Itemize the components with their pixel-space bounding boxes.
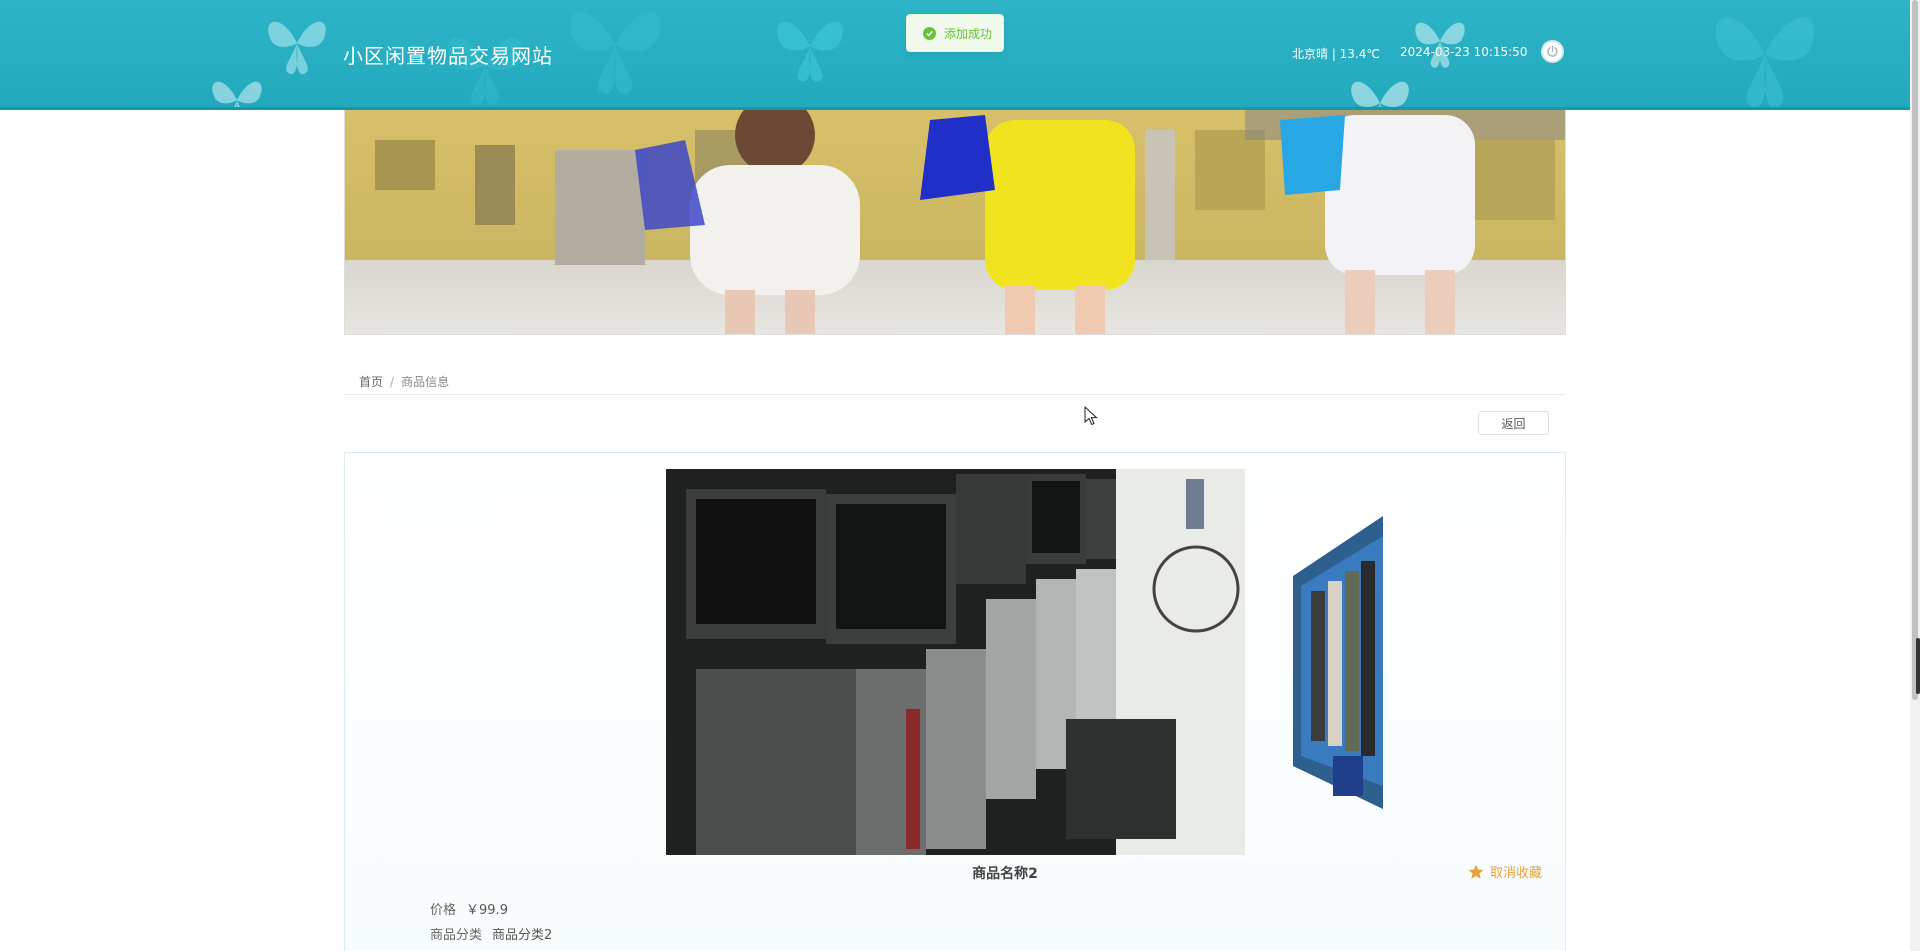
category-value: 商品分类2 xyxy=(492,928,553,943)
power-icon xyxy=(1547,45,1558,57)
category-label: 商品分类 xyxy=(430,928,483,943)
weather-info: 北京晴 | 13.4℃ xyxy=(1292,47,1380,61)
breadcrumb-current: 商品信息 xyxy=(401,375,450,389)
butterfly-decoration xyxy=(777,21,843,82)
butterfly-decoration xyxy=(1715,17,1815,107)
unfavorite-label: 取消收藏 xyxy=(1490,866,1543,881)
success-toast: 添加成功 xyxy=(906,14,1004,52)
butterfly-decoration xyxy=(212,81,262,107)
mouse-cursor-icon xyxy=(1084,406,1098,426)
star-icon xyxy=(1468,864,1484,879)
price-label: 价格 xyxy=(430,903,457,918)
breadcrumb: 首页 / 商品信息 xyxy=(359,373,449,390)
butterfly-decoration xyxy=(1351,81,1409,107)
scrollbar-thumb[interactable] xyxy=(1912,0,1918,700)
breadcrumb-home[interactable]: 首页 xyxy=(359,375,383,389)
current-datetime: 2024-03-23 10:15:50 xyxy=(1400,45,1528,59)
butterfly-decoration xyxy=(569,11,661,94)
price-row: 价格 ￥99.9 xyxy=(430,899,508,918)
category-row: 商品分类 商品分类2 xyxy=(430,924,552,943)
product-main-image[interactable] xyxy=(666,469,1245,855)
banner-image xyxy=(344,110,1566,335)
toast-message: 添加成功 xyxy=(944,26,993,41)
check-circle-icon xyxy=(923,26,936,40)
breadcrumb-separator: / xyxy=(390,375,395,389)
site-title: 小区闲置物品交易网站 xyxy=(343,44,553,68)
product-thumbnail-image[interactable] xyxy=(1293,516,1383,809)
back-button[interactable]: 返回 xyxy=(1478,411,1549,435)
breadcrumb-divider xyxy=(344,394,1566,395)
price-value: ￥99.9 xyxy=(466,903,508,918)
scrollbar-position-marker xyxy=(1916,638,1920,694)
logout-button[interactable] xyxy=(1541,40,1564,63)
butterfly-decoration xyxy=(1415,22,1465,68)
butterfly-decoration xyxy=(268,21,326,75)
product-name: 商品名称2 xyxy=(972,866,1038,882)
unfavorite-button[interactable]: 取消收藏 xyxy=(1467,862,1542,881)
